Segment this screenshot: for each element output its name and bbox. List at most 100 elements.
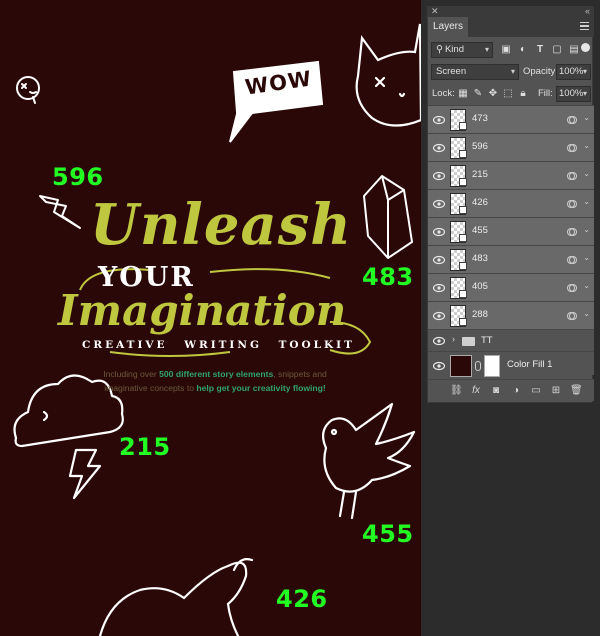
smart-object-filter-icon[interactable]: ▤ <box>568 44 580 56</box>
adjustment-filter-icon[interactable]: ◐ <box>517 44 529 56</box>
fill-value: 100% <box>559 88 584 99</box>
chevron-down-icon[interactable]: ⌄ <box>583 141 590 150</box>
layer-row[interactable]: 426 ⌄ <box>428 189 594 217</box>
smart-object-badge-icon <box>459 290 467 298</box>
layer-name[interactable]: 426 <box>472 197 488 208</box>
eye-icon[interactable] <box>433 255 445 265</box>
description-text: Including over 500 different story eleme… <box>100 367 330 395</box>
layer-group-row[interactable]: › TT <box>428 329 594 351</box>
layer-row[interactable]: 455 ⌄ <box>428 217 594 245</box>
layer-name[interactable]: 405 <box>472 281 488 292</box>
layer-row[interactable]: 288 ⌄ <box>428 301 594 329</box>
desc-highlight-1: 500 different story elements <box>159 369 274 379</box>
layer-name[interactable]: 215 <box>472 169 488 180</box>
lock-position-icon[interactable]: ✥ <box>487 88 499 100</box>
smart-object-badge-icon <box>459 234 467 242</box>
blend-mode-value: Screen <box>436 66 467 77</box>
opacity-field[interactable]: 100% ▾ <box>556 64 591 80</box>
adjustment-layer-icon[interactable]: ◑ <box>510 385 522 397</box>
smart-object-badge-icon <box>459 178 467 186</box>
new-group-icon[interactable]: ▭ <box>530 385 542 397</box>
eye-icon[interactable] <box>433 283 445 293</box>
layer-name[interactable]: TT <box>481 335 493 346</box>
collapse-icon[interactable]: « <box>585 6 590 16</box>
fill-label: Fill: <box>538 88 553 99</box>
type-filter-icon[interactable]: T <box>534 44 546 56</box>
layer-name[interactable]: 288 <box>472 309 488 320</box>
layer-row[interactable]: Color Fill 1 <box>428 351 594 379</box>
layer-effects-icon[interactable] <box>566 310 578 322</box>
panel-menu-icon[interactable] <box>580 22 589 30</box>
layer-name[interactable]: Color Fill 1 <box>507 359 552 370</box>
chevron-down-icon[interactable]: ⌄ <box>583 281 590 290</box>
document-canvas[interactable]: WOW Unleash YOUR Imagination CREATIVE WR… <box>0 0 421 636</box>
chevron-down-icon[interactable]: ⌄ <box>583 225 590 234</box>
layer-list: 473 ⌄ 596 ⌄ 215 ⌄ 426 ⌄ 455 ⌄ 483 ⌄ 405 … <box>428 105 594 377</box>
eye-icon[interactable] <box>433 171 445 181</box>
layer-effects-icon[interactable] <box>566 282 578 294</box>
layer-effects-icon[interactable] <box>566 254 578 266</box>
chevron-down-icon[interactable]: ⌄ <box>583 309 590 318</box>
filter-kind-value: Kind <box>444 44 464 55</box>
smart-object-badge-icon <box>459 206 467 214</box>
layer-name[interactable]: 483 <box>472 253 488 264</box>
eye-icon[interactable] <box>433 361 445 371</box>
panel-tab-bar: Layers <box>428 17 594 37</box>
eye-icon[interactable] <box>433 143 445 153</box>
shape-filter-icon[interactable]: ▢ <box>551 44 563 56</box>
subtitle: CREATIVE WRITING TOOLKIT <box>82 339 355 351</box>
layer-mask-thumbnail[interactable] <box>484 355 500 377</box>
chevron-down-icon[interactable]: ⌄ <box>583 253 590 262</box>
title-unleash: Unleash <box>90 192 352 258</box>
cat-body-doodle <box>98 558 254 636</box>
lock-image-icon[interactable]: ✎ <box>472 88 484 100</box>
eye-icon[interactable] <box>433 227 445 237</box>
layer-row[interactable]: 596 ⌄ <box>428 133 594 161</box>
eye-icon[interactable] <box>433 336 445 346</box>
blend-mode-dropdown[interactable]: Screen ▾ <box>431 64 519 80</box>
layer-name[interactable]: 473 <box>472 113 488 124</box>
chevron-right-icon[interactable]: › <box>452 334 455 344</box>
layer-name[interactable]: 596 <box>472 141 488 152</box>
layer-row[interactable]: 483 ⌄ <box>428 245 594 273</box>
layer-effects-icon[interactable] <box>566 198 578 210</box>
link-icon[interactable] <box>475 361 481 371</box>
panel-footer: ⛓ fx ◙ ◑ ▭ ⊞ 🗑︎ <box>428 379 594 401</box>
layer-row[interactable]: 215 ⌄ <box>428 161 594 189</box>
cat-head-doodle <box>355 23 421 127</box>
fill-field[interactable]: 100% ▾ <box>556 86 591 102</box>
chevron-down-icon[interactable]: ⌄ <box>583 169 590 178</box>
desc-part-a: Including over <box>103 369 160 379</box>
tab-layers[interactable]: Layers <box>428 17 468 37</box>
eye-icon[interactable] <box>433 311 445 321</box>
layer-effects-icon[interactable] <box>566 114 578 126</box>
layer-row[interactable]: 473 ⌄ <box>428 105 594 133</box>
chevron-down-icon[interactable]: ⌄ <box>583 197 590 206</box>
trash-icon[interactable]: 🗑︎ <box>570 385 583 397</box>
lock-all-icon[interactable]: 🔒︎ <box>517 88 529 100</box>
chevron-down-icon[interactable]: ⌄ <box>583 113 590 122</box>
layer-effects-icon[interactable] <box>566 226 578 238</box>
fill-color-swatch[interactable] <box>450 355 472 377</box>
search-icon: ⚲ <box>436 44 443 55</box>
filter-row: ⚲ Kind ▾ ▣ ◐ T ▢ ▤ <box>428 39 594 61</box>
lock-transparency-icon[interactable]: ▦ <box>457 88 469 100</box>
filter-kind-dropdown[interactable]: ⚲ Kind ▾ <box>431 42 493 58</box>
lock-artboard-icon[interactable]: ⬚ <box>502 88 514 100</box>
fx-icon[interactable]: fx <box>470 385 482 397</box>
eye-icon[interactable] <box>433 115 445 125</box>
image-filter-icon[interactable]: ▣ <box>500 44 512 56</box>
layers-panel: ✕ « Layers ⚲ Kind ▾ ▣ ◐ T ▢ ▤ Screen ▾ O… <box>427 6 594 403</box>
layer-row[interactable]: 405 ⌄ <box>428 273 594 301</box>
layer-name[interactable]: 455 <box>472 225 488 236</box>
layer-effects-icon[interactable] <box>566 170 578 182</box>
eye-icon[interactable] <box>433 199 445 209</box>
panel-title-bar[interactable]: ✕ « <box>428 6 594 17</box>
circle-face-doodle <box>16 76 40 104</box>
filter-toggle-icon[interactable] <box>581 43 590 52</box>
link-layers-icon[interactable]: ⛓ <box>450 385 463 397</box>
layer-effects-icon[interactable] <box>566 142 578 154</box>
close-icon[interactable]: ✕ <box>431 6 439 17</box>
new-layer-icon[interactable]: ⊞ <box>550 385 562 397</box>
add-mask-icon[interactable]: ◙ <box>490 385 502 397</box>
